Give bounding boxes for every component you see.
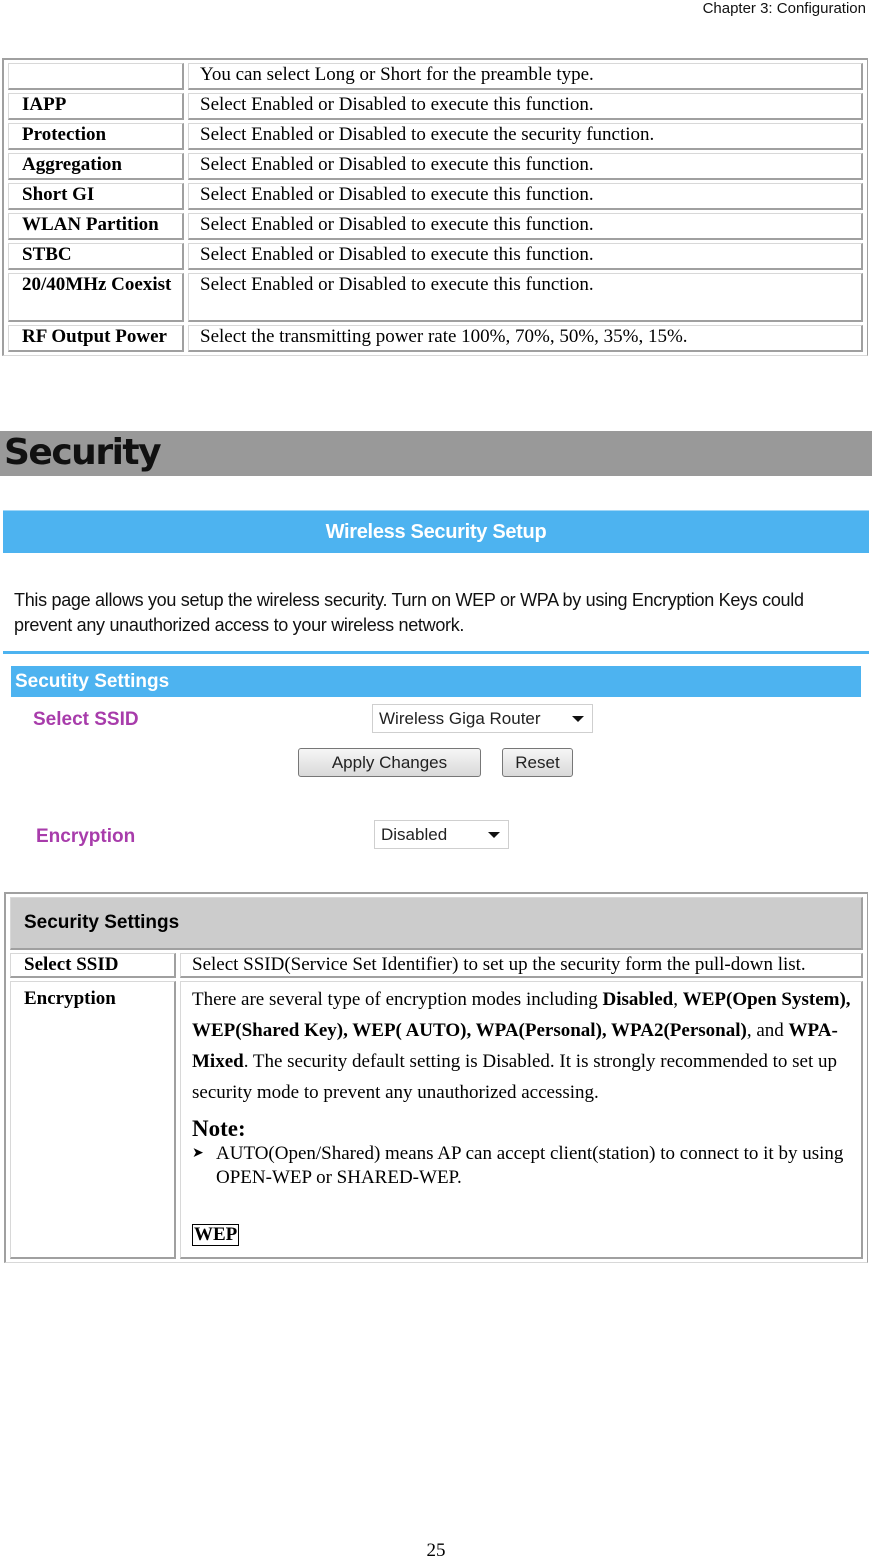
chevron-down-icon xyxy=(572,716,584,722)
arrow-bullet-icon: ➤ xyxy=(192,1146,204,1161)
encryption-select-value: Disabled xyxy=(381,825,448,844)
table-row: You can select Long or Short for the pre… xyxy=(8,63,863,90)
section-title: Security xyxy=(4,432,162,473)
row-value: Select Enabled or Disabled to execute th… xyxy=(188,183,863,210)
row-key: Aggregation xyxy=(8,153,184,180)
encryption-select[interactable]: Disabled xyxy=(374,820,509,849)
chapter-header: Chapter 3: Configuration xyxy=(702,0,866,17)
wireless-security-setup-screenshot: Wireless Security Setup This page allows… xyxy=(3,510,869,870)
row-value: Select the transmitting power rate 100%,… xyxy=(188,325,863,352)
security-settings-table: Security Settings Select SSID Select SSI… xyxy=(4,892,868,1263)
row-value: There are several type of encryption mod… xyxy=(180,981,863,1259)
ssid-select[interactable]: Wireless Giga Router xyxy=(372,704,593,733)
security-settings-subheader: Secutity Settings xyxy=(11,666,861,697)
table-row: Select SSID Select SSID(Service Set Iden… xyxy=(10,953,863,978)
select-ssid-label: Select SSID xyxy=(33,709,139,730)
chevron-down-icon xyxy=(488,832,500,838)
table-row: STBC Select Enabled or Disabled to execut… xyxy=(8,243,863,270)
table-row: WLAN Partition Select Enabled or Disabled… xyxy=(8,213,863,240)
wep-tag: WEP xyxy=(192,1224,240,1246)
row-value: Select Enabled or Disabled to execute th… xyxy=(188,243,863,270)
row-key: STBC xyxy=(8,243,184,270)
text: , and xyxy=(746,1020,789,1041)
reset-button[interactable]: Reset xyxy=(502,748,573,777)
row-key: Encryption xyxy=(10,981,176,1259)
text: . The security default setting is Disabl… xyxy=(192,1051,837,1103)
row-value: Select Enabled or Disabled to execute th… xyxy=(188,213,863,240)
row-key: Protection xyxy=(8,123,184,150)
table-header-row: Security Settings xyxy=(10,897,863,950)
table-row: Protection Select Enabled or Disabled to … xyxy=(8,123,863,150)
apply-changes-button[interactable]: Apply Changes xyxy=(298,748,481,777)
row-key: RF Output Power xyxy=(8,325,184,352)
table-row: 20/40MHz Coexist Select Enabled or Disabl… xyxy=(8,273,863,322)
note-title: Note: xyxy=(192,1116,246,1141)
divider xyxy=(3,651,869,654)
ssid-select-value: Wireless Giga Router xyxy=(379,709,541,728)
screenshot-title: Wireless Security Setup xyxy=(3,510,869,553)
row-value: Select Enabled or Disabled to execute th… xyxy=(188,153,863,180)
row-key: WLAN Partition xyxy=(8,213,184,240)
page-number: 25 xyxy=(426,1540,446,1561)
row-value: Select Enabled or Disabled to execute th… xyxy=(188,123,863,150)
screenshot-description: This page allows you setup the wireless … xyxy=(14,590,804,635)
row-key: 20/40MHz Coexist xyxy=(8,273,184,322)
row-key xyxy=(8,63,184,90)
text: There are several type of encryption mod… xyxy=(192,989,603,1010)
table-row: Encryption There are several type of enc… xyxy=(10,981,863,1259)
bold-text: Disabled xyxy=(602,989,674,1010)
note-bullet: ➤ AUTO(Open/Shared) means AP can accept … xyxy=(192,1142,853,1190)
table-row: IAPP Select Enabled or Disabled to execut… xyxy=(8,93,863,120)
wireless-advanced-table: You can select Long or Short for the pre… xyxy=(2,58,868,356)
encryption-label: Encryption xyxy=(36,826,136,847)
encryption-description: There are several type of encryption mod… xyxy=(192,984,853,1108)
row-value: Select Enabled or Disabled to execute th… xyxy=(188,273,863,322)
row-key: IAPP xyxy=(8,93,184,120)
row-key: Short GI xyxy=(8,183,184,210)
table-header: Security Settings xyxy=(10,897,863,950)
table-row: Short GI Select Enabled or Disabled to ex… xyxy=(8,183,863,210)
row-key: Select SSID xyxy=(10,953,176,978)
table-row: RF Output Power Select the transmitting p… xyxy=(8,325,863,352)
table-row: Aggregation Select Enabled or Disabled to… xyxy=(8,153,863,180)
note-bullet-text: AUTO(Open/Shared) means AP can accept cl… xyxy=(216,1143,844,1188)
row-value: Select Enabled or Disabled to execute th… xyxy=(188,93,863,120)
text: , xyxy=(673,989,683,1010)
section-heading-bar: Security xyxy=(0,431,872,476)
row-value: Select SSID(Service Set Identifier) to s… xyxy=(180,953,863,978)
row-value: You can select Long or Short for the pre… xyxy=(188,63,863,90)
